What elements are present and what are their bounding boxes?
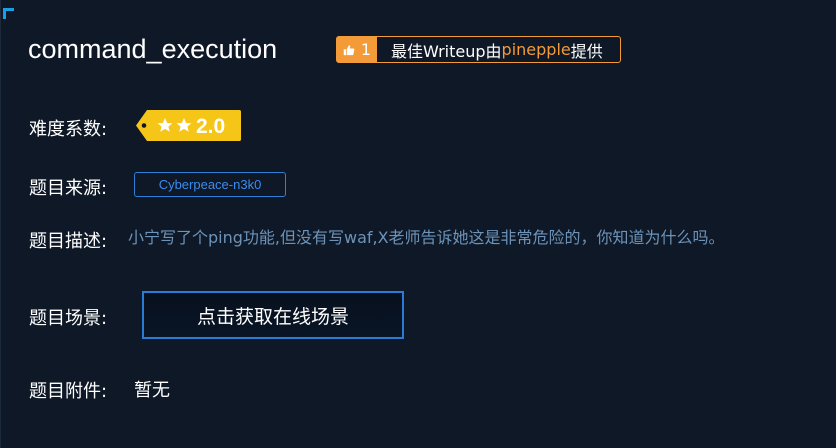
writeup-prefix: 最佳Writeup由 (391, 41, 502, 61)
writeup-badge[interactable]: 1 最佳Writeup由 pinepple 提供 (336, 36, 621, 63)
difficulty-value: 2.0 (196, 115, 225, 138)
thumbs-up-icon (343, 44, 355, 55)
challenge-title: command_execution (28, 34, 278, 64)
writeup-suffix: 提供 (570, 41, 603, 61)
difficulty-badge: 2.0 (135, 109, 242, 142)
description-label: 题目描述: (29, 231, 108, 252)
challenge-panel: command_execution 1 最佳Writeup由 pinepple 提供… (0, 0, 836, 448)
like-count: 1 (360, 40, 371, 59)
writeup-user[interactable]: pinepple (502, 40, 571, 59)
scene-label: 题目场景: (29, 308, 108, 329)
source-label: 题目来源: (29, 178, 108, 199)
corner-decoration (3, 8, 14, 19)
get-scene-button[interactable]: 点击获取在线场景 (142, 291, 404, 339)
attachment-label: 题目附件: (29, 381, 108, 402)
difficulty-label: 难度系数: (29, 119, 108, 140)
attachment-value: 暂无 (134, 380, 170, 401)
writeup-link[interactable]: 最佳Writeup由 pinepple 提供 (377, 37, 603, 62)
like-button[interactable]: 1 (337, 37, 377, 62)
source-tag[interactable]: Cyberpeace-n3k0 (134, 172, 286, 197)
description-text: 小宁写了个ping功能,但没有写waf,X老师告诉她这是非常危险的，你知道为什么… (128, 228, 725, 247)
